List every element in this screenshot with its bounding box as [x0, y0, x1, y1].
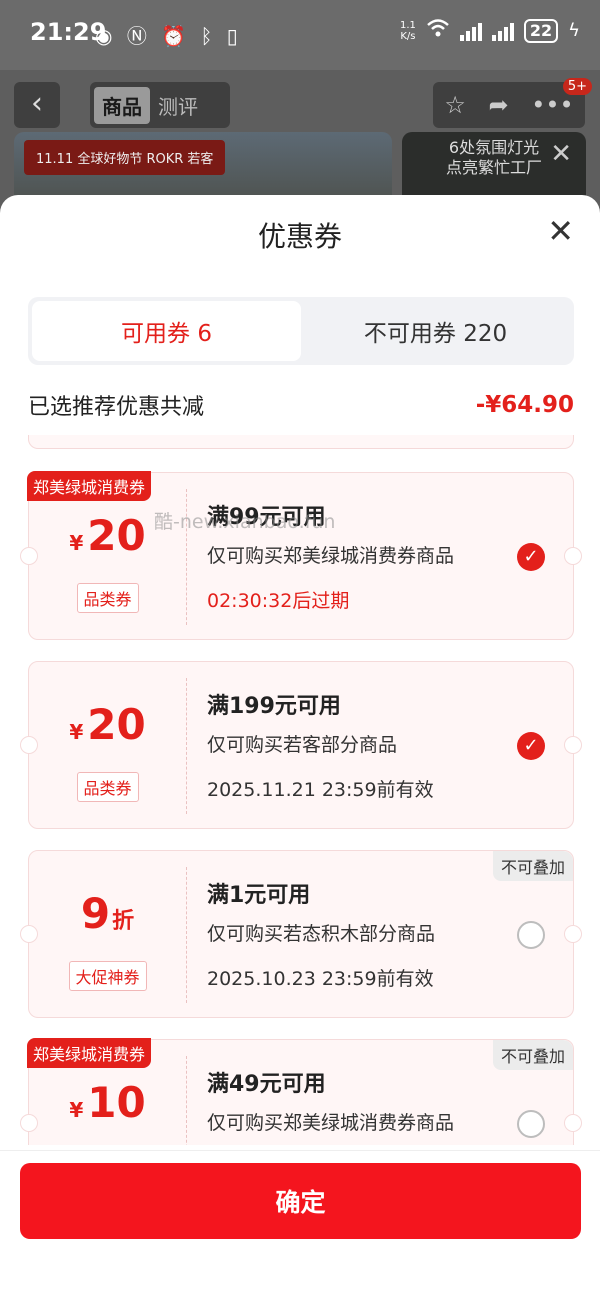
- star-icon[interactable]: ☆: [444, 91, 466, 119]
- confirm-button[interactable]: 确定: [20, 1163, 581, 1239]
- tab-product[interactable]: 商品: [94, 86, 150, 124]
- back-button[interactable]: ‹: [14, 82, 60, 128]
- coupon-amount: ¥10: [69, 1078, 146, 1127]
- share-icon[interactable]: ➦: [488, 91, 508, 119]
- nfc-icon: Ⓝ: [126, 24, 151, 48]
- notification-badge: 5+: [562, 78, 592, 95]
- summary-label: 已选推荐优惠共减: [28, 395, 205, 420]
- coupon-card-partial: [28, 435, 574, 449]
- coupon-card[interactable]: ¥20 品类券 满199元可用 仅可购买若客部分商品 2025.11.21 23…: [20, 661, 582, 829]
- battery-icon: 22: [523, 18, 559, 43]
- close-button[interactable]: ✕: [547, 215, 574, 247]
- no-stack-tag: 不可叠加: [492, 1040, 573, 1070]
- coupon-card[interactable]: 郑美绿城消费券 不可叠加 ¥10 满49元可用 仅可购买郑美绿城消费券商品: [20, 1038, 582, 1145]
- coupon-condition: 满1元可用: [207, 883, 311, 908]
- status-bar: 21:29 ◉ Ⓝ ⏰ ᛒ ▯ 1.1 K/s 22 ϟ: [0, 0, 600, 70]
- coupon-type-badge: 品类券: [76, 583, 139, 613]
- nav-actions: ☆ ➦ •••: [433, 82, 585, 128]
- divider: [186, 678, 187, 814]
- coupon-description: 仅可购买若态积木部分商品: [207, 923, 436, 945]
- coupon-tabs: 可用券 6 不可用券 220: [28, 297, 574, 365]
- coupon-condition: 满49元可用: [207, 1072, 326, 1097]
- eye-icon: ◉: [95, 24, 117, 48]
- coupon-list[interactable]: 郑美绿城消费券 ¥20 品类券 满99元可用 仅可购买郑美绿城消费券商品 02:…: [0, 435, 600, 1145]
- checkmark-icon: ✓: [523, 735, 539, 756]
- divider: [186, 867, 187, 1003]
- signal-icon-1: [459, 21, 482, 41]
- vibrate-icon: ▯: [226, 24, 242, 48]
- coupon-checkbox-checked[interactable]: ✓: [517, 543, 545, 571]
- coupon-description: 仅可购买郑美绿城消费券商品: [207, 1112, 455, 1134]
- coupon-checkbox-checked[interactable]: ✓: [517, 732, 545, 760]
- wifi-icon: [426, 18, 450, 43]
- coupon-description: 仅可购买郑美绿城消费券商品: [207, 545, 455, 567]
- product-tabs: 商品 测评: [90, 82, 230, 128]
- net-speed: 1.1 K/s: [399, 19, 416, 42]
- discount-summary: 已选推荐优惠共减 -¥64.90: [28, 385, 574, 425]
- coupon-amount: 9折: [80, 889, 135, 938]
- coupon-validity: 2025.10.23 23:59前有效: [207, 968, 434, 990]
- tab-available[interactable]: 可用券 6: [32, 301, 301, 361]
- coupon-type-badge: 大促神券: [68, 961, 147, 991]
- close-icon: ✕: [547, 212, 574, 250]
- coupon-card[interactable]: 不可叠加 9折 大促神券 满1元可用 仅可购买若态积木部分商品 2025.10.…: [20, 850, 582, 1018]
- checkmark-icon: ✓: [523, 546, 539, 567]
- coupon-validity: 2025.11.21 23:59前有效: [207, 779, 434, 801]
- coupon-checkbox-unchecked[interactable]: [517, 1110, 545, 1138]
- tab-unavailable[interactable]: 不可用券 220: [301, 301, 570, 361]
- coupon-type-badge: 品类券: [76, 772, 139, 802]
- tab-review[interactable]: 测评: [150, 87, 206, 124]
- coupon-sheet: 优惠券 ✕ 可用券 6 不可用券 220 已选推荐优惠共减 -¥64.90 郑美…: [0, 195, 600, 1295]
- background-page: ‹ 商品 测评 ☆ ➦ ••• 5+ 11.11 全球好物节 ROKR 若客 6…: [0, 70, 600, 212]
- coupon-checkbox-unchecked[interactable]: [517, 921, 545, 949]
- no-stack-tag: 不可叠加: [492, 851, 573, 881]
- charging-icon: ϟ: [568, 20, 580, 41]
- watermark: 酷-new.xianbao.fun: [154, 511, 336, 533]
- summary-value: -¥64.90: [475, 392, 574, 418]
- divider: [186, 1056, 187, 1145]
- chevron-left-icon: ‹: [31, 86, 43, 121]
- coupon-validity: 02:30:32后过期: [207, 590, 350, 612]
- alarm-icon: ⏰: [161, 24, 191, 48]
- close-icon[interactable]: ✕: [550, 141, 572, 167]
- bluetooth-icon: ᛒ: [200, 24, 217, 48]
- coupon-condition: 满199元可用: [207, 694, 341, 719]
- sheet-footer: 确定: [0, 1150, 600, 1295]
- coupon-card[interactable]: 郑美绿城消费券 ¥20 品类券 满99元可用 仅可购买郑美绿城消费券商品 02:…: [20, 471, 582, 640]
- coupon-description: 仅可购买若客部分商品: [207, 734, 398, 756]
- status-icons-right: 1.1 K/s 22 ϟ: [400, 18, 580, 43]
- more-icon[interactable]: •••: [531, 91, 573, 119]
- coupon-amount: ¥20: [69, 700, 146, 749]
- signal-icon-2: [491, 21, 514, 41]
- sheet-title: 优惠券: [257, 220, 342, 253]
- banner-tag: 11.11 全球好物节 ROKR 若客: [24, 140, 226, 175]
- status-icons-left: ◉ Ⓝ ⏰ ᛒ ▯: [95, 20, 242, 49]
